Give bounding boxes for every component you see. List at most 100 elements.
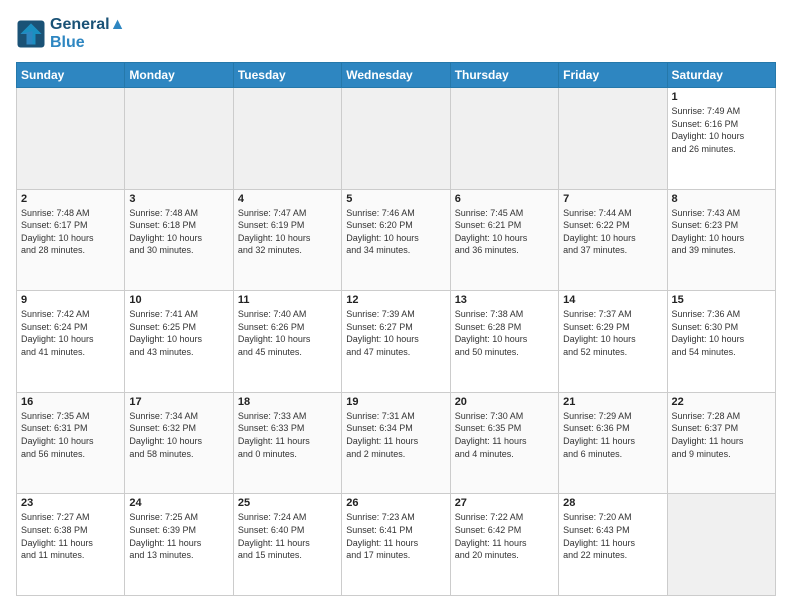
day-info: Sunrise: 7:38 AM Sunset: 6:28 PM Dayligh… xyxy=(455,308,554,358)
day-info: Sunrise: 7:49 AM Sunset: 6:16 PM Dayligh… xyxy=(672,105,771,155)
calendar-day-cell xyxy=(667,494,775,596)
calendar-week-row: 9Sunrise: 7:42 AM Sunset: 6:24 PM Daylig… xyxy=(17,291,776,393)
day-info: Sunrise: 7:47 AM Sunset: 6:19 PM Dayligh… xyxy=(238,207,337,257)
day-number: 13 xyxy=(455,294,554,306)
weekday-header-cell: Friday xyxy=(559,63,667,88)
day-info: Sunrise: 7:29 AM Sunset: 6:36 PM Dayligh… xyxy=(563,410,662,460)
calendar-day-cell: 1 Sunrise: 7:49 AM Sunset: 6:16 PM Daylig… xyxy=(667,88,775,190)
day-number: 2 xyxy=(21,193,120,205)
day-number: 26 xyxy=(346,497,445,509)
day-number: 21 xyxy=(563,396,662,408)
page: General▲ Blue SundayMondayTuesdayWednesd… xyxy=(0,0,792,612)
day-info: Sunrise: 7:25 AM Sunset: 6:39 PM Dayligh… xyxy=(129,511,228,561)
calendar-day-cell: 2 Sunrise: 7:48 AM Sunset: 6:17 PM Daylig… xyxy=(17,189,125,291)
day-info: Sunrise: 7:36 AM Sunset: 6:30 PM Dayligh… xyxy=(672,308,771,358)
day-info: Sunrise: 7:22 AM Sunset: 6:42 PM Dayligh… xyxy=(455,511,554,561)
weekday-header-cell: Tuesday xyxy=(233,63,341,88)
calendar-day-cell: 17 Sunrise: 7:34 AM Sunset: 6:32 PM Dayli… xyxy=(125,392,233,494)
day-number: 10 xyxy=(129,294,228,306)
calendar-day-cell: 19 Sunrise: 7:31 AM Sunset: 6:34 PM Dayli… xyxy=(342,392,450,494)
calendar-day-cell: 13 Sunrise: 7:38 AM Sunset: 6:28 PM Dayli… xyxy=(450,291,558,393)
day-number: 23 xyxy=(21,497,120,509)
day-info: Sunrise: 7:27 AM Sunset: 6:38 PM Dayligh… xyxy=(21,511,120,561)
weekday-header-row: SundayMondayTuesdayWednesdayThursdayFrid… xyxy=(17,63,776,88)
day-number: 1 xyxy=(672,91,771,103)
calendar-day-cell: 16Sunrise: 7:35 AM Sunset: 6:31 PM Dayli… xyxy=(17,392,125,494)
weekday-header-cell: Saturday xyxy=(667,63,775,88)
calendar-day-cell: 5 Sunrise: 7:46 AM Sunset: 6:20 PM Daylig… xyxy=(342,189,450,291)
weekday-header-cell: Thursday xyxy=(450,63,558,88)
day-info: Sunrise: 7:43 AM Sunset: 6:23 PM Dayligh… xyxy=(672,207,771,257)
logo-text: General▲ Blue xyxy=(50,16,125,52)
calendar-day-cell: 18 Sunrise: 7:33 AM Sunset: 6:33 PM Dayli… xyxy=(233,392,341,494)
day-info: Sunrise: 7:33 AM Sunset: 6:33 PM Dayligh… xyxy=(238,410,337,460)
day-number: 28 xyxy=(563,497,662,509)
calendar-day-cell: 6 Sunrise: 7:45 AM Sunset: 6:21 PM Daylig… xyxy=(450,189,558,291)
calendar-day-cell: 10 Sunrise: 7:41 AM Sunset: 6:25 PM Dayli… xyxy=(125,291,233,393)
calendar-day-cell: 20 Sunrise: 7:30 AM Sunset: 6:35 PM Dayli… xyxy=(450,392,558,494)
calendar-day-cell: 22 Sunrise: 7:28 AM Sunset: 6:37 PM Dayli… xyxy=(667,392,775,494)
day-number: 6 xyxy=(455,193,554,205)
day-info: Sunrise: 7:35 AM Sunset: 6:31 PM Dayligh… xyxy=(21,410,120,460)
calendar-week-row: 23 Sunrise: 7:27 AM Sunset: 6:38 PM Dayli… xyxy=(17,494,776,596)
day-info: Sunrise: 7:28 AM Sunset: 6:37 PM Dayligh… xyxy=(672,410,771,460)
calendar-day-cell: 8Sunrise: 7:43 AM Sunset: 6:23 PM Daylig… xyxy=(667,189,775,291)
day-info: Sunrise: 7:39 AM Sunset: 6:27 PM Dayligh… xyxy=(346,308,445,358)
calendar-day-cell xyxy=(233,88,341,190)
day-number: 4 xyxy=(238,193,337,205)
day-number: 12 xyxy=(346,294,445,306)
day-number: 11 xyxy=(238,294,337,306)
calendar-day-cell xyxy=(125,88,233,190)
calendar-day-cell xyxy=(450,88,558,190)
calendar-day-cell: 15 Sunrise: 7:36 AM Sunset: 6:30 PM Dayli… xyxy=(667,291,775,393)
calendar-day-cell: 25 Sunrise: 7:24 AM Sunset: 6:40 PM Dayli… xyxy=(233,494,341,596)
day-info: Sunrise: 7:44 AM Sunset: 6:22 PM Dayligh… xyxy=(563,207,662,257)
weekday-header-cell: Sunday xyxy=(17,63,125,88)
calendar-day-cell xyxy=(559,88,667,190)
calendar-day-cell: 21 Sunrise: 7:29 AM Sunset: 6:36 PM Dayli… xyxy=(559,392,667,494)
calendar-week-row: 1 Sunrise: 7:49 AM Sunset: 6:16 PM Daylig… xyxy=(17,88,776,190)
calendar-day-cell: 3Sunrise: 7:48 AM Sunset: 6:18 PM Daylig… xyxy=(125,189,233,291)
day-number: 20 xyxy=(455,396,554,408)
calendar-day-cell: 27 Sunrise: 7:22 AM Sunset: 6:42 PM Dayli… xyxy=(450,494,558,596)
day-info: Sunrise: 7:24 AM Sunset: 6:40 PM Dayligh… xyxy=(238,511,337,561)
day-info: Sunrise: 7:41 AM Sunset: 6:25 PM Dayligh… xyxy=(129,308,228,358)
day-info: Sunrise: 7:20 AM Sunset: 6:43 PM Dayligh… xyxy=(563,511,662,561)
day-info: Sunrise: 7:40 AM Sunset: 6:26 PM Dayligh… xyxy=(238,308,337,358)
logo-icon xyxy=(16,19,46,49)
day-number: 19 xyxy=(346,396,445,408)
day-number: 3 xyxy=(129,193,228,205)
calendar-day-cell xyxy=(17,88,125,190)
calendar-day-cell xyxy=(342,88,450,190)
header: General▲ Blue xyxy=(16,16,776,52)
day-info: Sunrise: 7:46 AM Sunset: 6:20 PM Dayligh… xyxy=(346,207,445,257)
day-info: Sunrise: 7:30 AM Sunset: 6:35 PM Dayligh… xyxy=(455,410,554,460)
day-info: Sunrise: 7:34 AM Sunset: 6:32 PM Dayligh… xyxy=(129,410,228,460)
day-info: Sunrise: 7:48 AM Sunset: 6:17 PM Dayligh… xyxy=(21,207,120,257)
logo: General▲ Blue xyxy=(16,16,125,52)
day-number: 18 xyxy=(238,396,337,408)
calendar-day-cell: 12 Sunrise: 7:39 AM Sunset: 6:27 PM Dayli… xyxy=(342,291,450,393)
weekday-header-cell: Wednesday xyxy=(342,63,450,88)
day-number: 17 xyxy=(129,396,228,408)
calendar-day-cell: 11 Sunrise: 7:40 AM Sunset: 6:26 PM Dayli… xyxy=(233,291,341,393)
day-number: 22 xyxy=(672,396,771,408)
calendar-day-cell: 14Sunrise: 7:37 AM Sunset: 6:29 PM Dayli… xyxy=(559,291,667,393)
day-number: 27 xyxy=(455,497,554,509)
calendar-body: 1 Sunrise: 7:49 AM Sunset: 6:16 PM Daylig… xyxy=(17,88,776,596)
weekday-header-cell: Monday xyxy=(125,63,233,88)
day-number: 5 xyxy=(346,193,445,205)
day-number: 15 xyxy=(672,294,771,306)
day-info: Sunrise: 7:31 AM Sunset: 6:34 PM Dayligh… xyxy=(346,410,445,460)
day-info: Sunrise: 7:23 AM Sunset: 6:41 PM Dayligh… xyxy=(346,511,445,561)
calendar-day-cell: 9Sunrise: 7:42 AM Sunset: 6:24 PM Daylig… xyxy=(17,291,125,393)
day-info: Sunrise: 7:42 AM Sunset: 6:24 PM Dayligh… xyxy=(21,308,120,358)
calendar-day-cell: 24 Sunrise: 7:25 AM Sunset: 6:39 PM Dayli… xyxy=(125,494,233,596)
day-number: 14 xyxy=(563,294,662,306)
day-number: 25 xyxy=(238,497,337,509)
day-info: Sunrise: 7:45 AM Sunset: 6:21 PM Dayligh… xyxy=(455,207,554,257)
calendar-week-row: 2 Sunrise: 7:48 AM Sunset: 6:17 PM Daylig… xyxy=(17,189,776,291)
day-number: 24 xyxy=(129,497,228,509)
calendar-day-cell: 7Sunrise: 7:44 AM Sunset: 6:22 PM Daylig… xyxy=(559,189,667,291)
calendar-day-cell: 28 Sunrise: 7:20 AM Sunset: 6:43 PM Dayli… xyxy=(559,494,667,596)
